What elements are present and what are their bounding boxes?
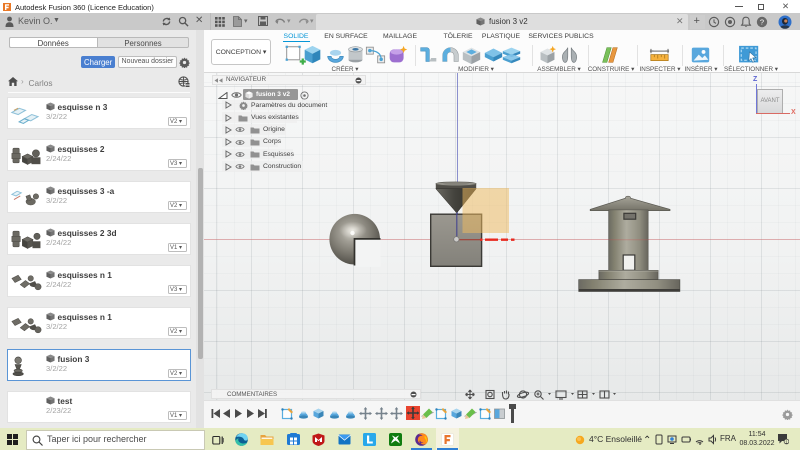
svg-text:?: ? — [760, 17, 764, 26]
